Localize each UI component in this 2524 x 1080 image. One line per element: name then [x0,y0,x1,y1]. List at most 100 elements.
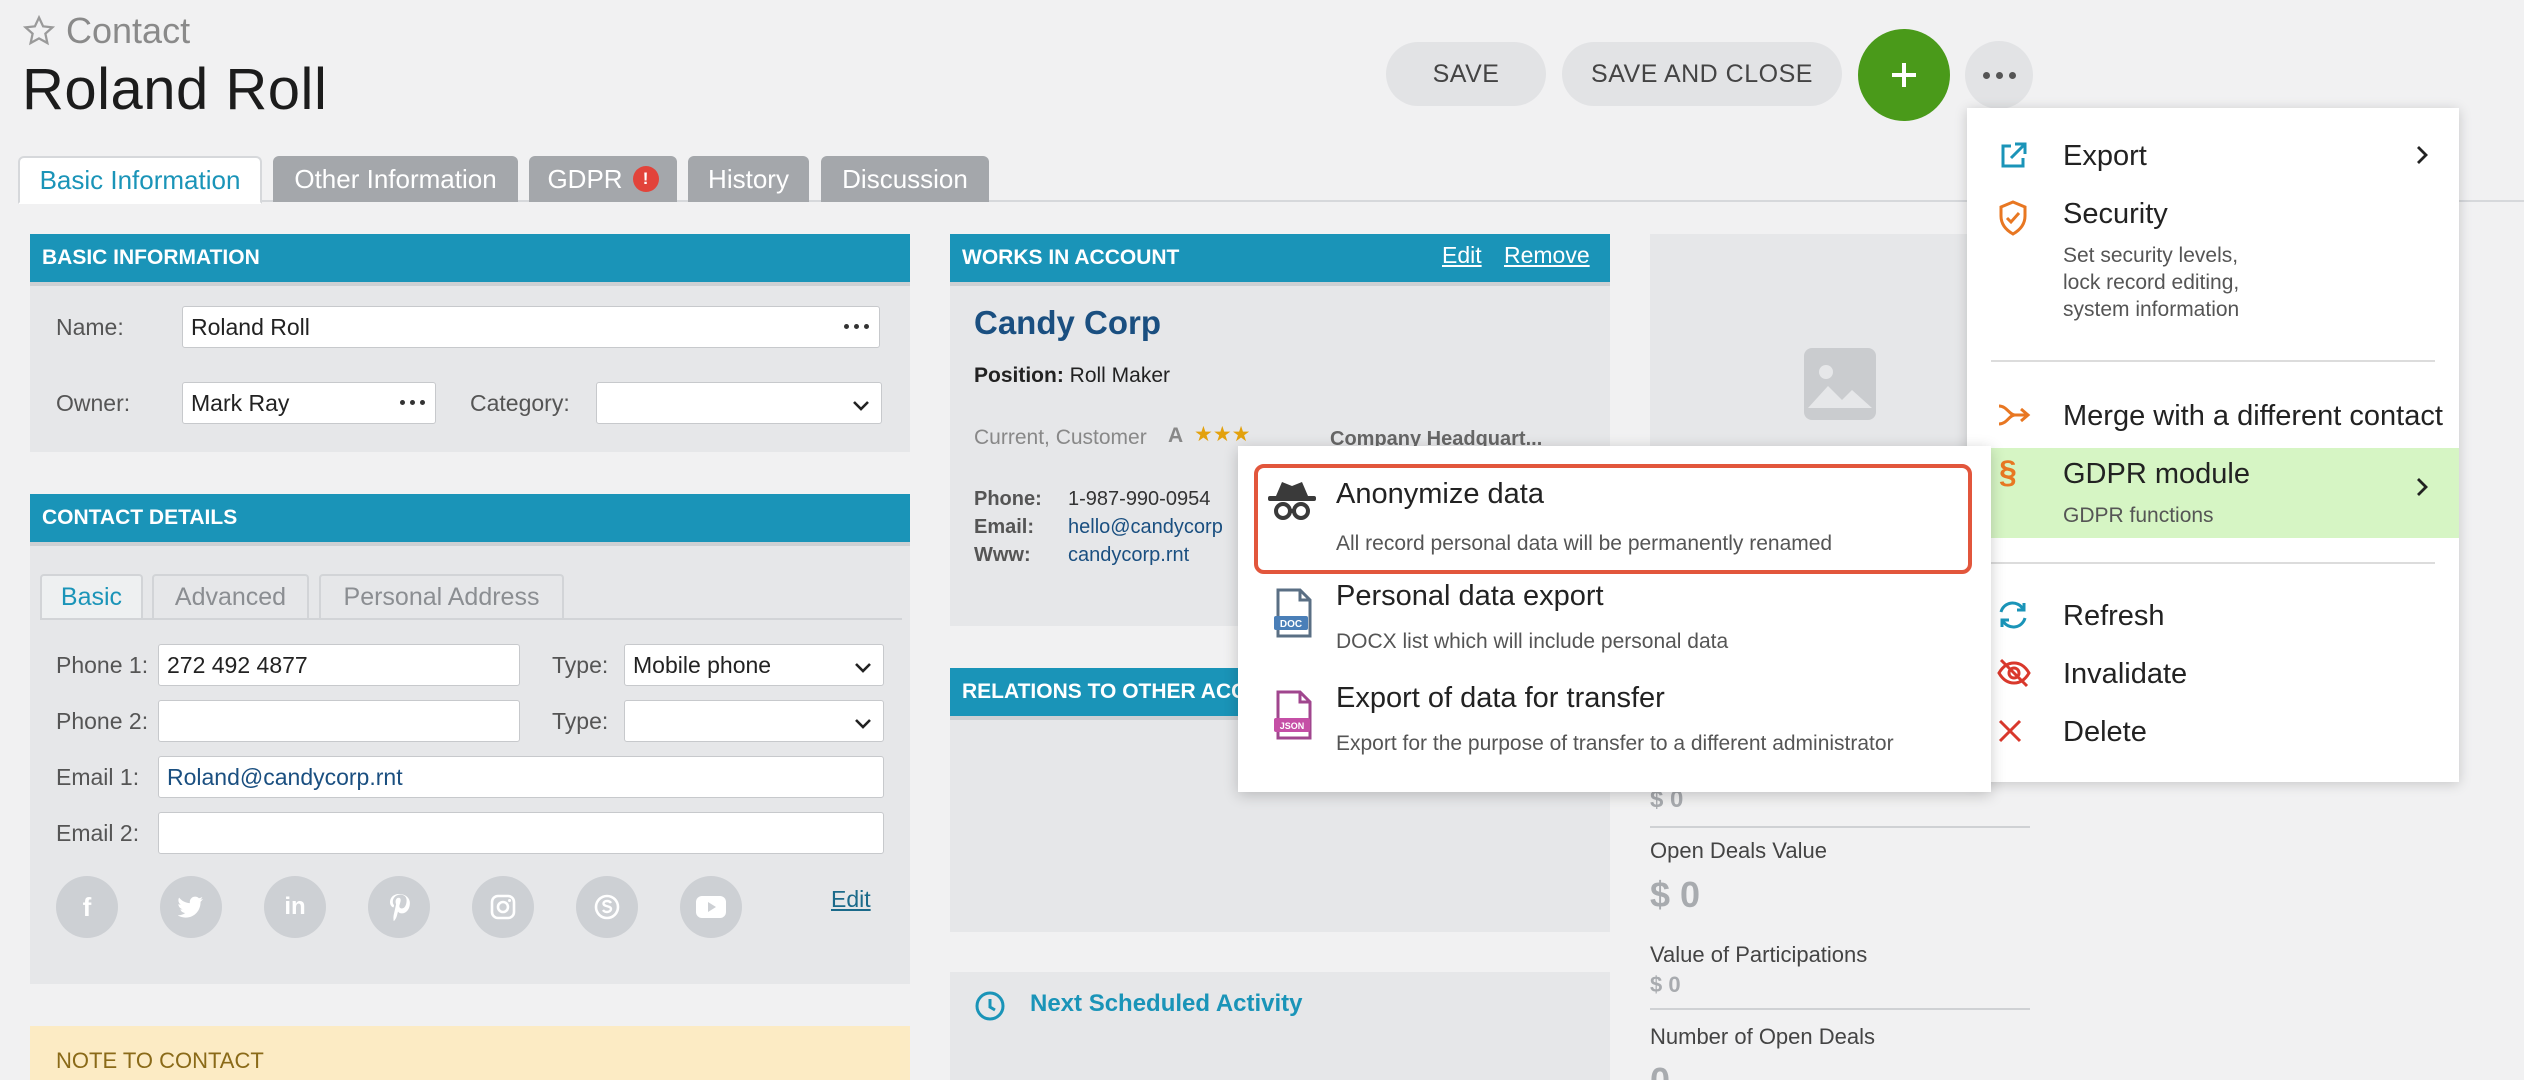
tab-gdpr[interactable]: GDPR! [529,156,677,202]
phone2-field[interactable] [158,700,520,742]
note-panel: NOTE TO CONTACT [30,1026,910,1080]
menu-item-delete[interactable]: Delete [1967,706,2459,756]
name-lookup-icon[interactable] [844,324,869,329]
subtab-basic[interactable]: Basic [40,574,143,618]
section-sign-icon: § [1999,454,2017,490]
skype-icon[interactable] [576,876,638,938]
stat-divider [1650,1008,2030,1010]
type2-label: Type: [552,708,609,734]
subtab-advanced[interactable]: Advanced [152,574,309,618]
contact-details-heading: CONTACT DETAILS [30,494,910,546]
chevron-down-icon [855,719,871,729]
owner-lookup-icon[interactable] [400,400,425,405]
clock-icon [975,991,1005,1021]
instagram-icon[interactable] [472,876,534,938]
more-icon [1982,71,1990,79]
type1-label: Type: [552,652,609,678]
anonymize-desc: All record personal data will be permane… [1336,532,1833,555]
menu-item-merge[interactable]: Merge with a different contact [1967,390,2459,440]
tab-history[interactable]: History [688,156,809,202]
save-button[interactable]: SAVE [1386,42,1546,106]
gdpr-submenu: Anonymize data All record personal data … [1238,446,1991,792]
doc-file-icon: DOC [1274,588,1312,638]
email2-field[interactable] [158,812,884,854]
shield-icon [1999,200,2027,236]
rating-stars-icon: ★★★ [1194,423,1251,446]
chevron-down-icon [855,663,871,673]
save-and-close-button[interactable]: SAVE AND CLOSE [1562,42,1842,106]
open-deals-label: Open Deals Value [1650,838,1827,863]
account-edit-link[interactable]: Edit [1442,242,1482,269]
social-edit-link[interactable]: Edit [831,886,871,913]
record-kind: Contact [22,10,190,52]
record-kind-label: Contact [66,10,191,51]
basic-information-panel: BASIC INFORMATION Name: Roland Roll Owne… [30,234,910,452]
actions-menu: Export Security Set security levels, loc… [1967,108,2459,782]
menu-divider [1991,562,2435,564]
star-icon[interactable] [22,14,56,48]
account-phone[interactable]: 1-987-990-0954 [1068,488,1210,511]
security-desc-3: system information [2063,298,2240,321]
menu-item-invalidate[interactable]: Invalidate [1967,648,2459,698]
name-field[interactable]: Roland Roll [182,306,880,348]
subtabs-divider [40,618,902,620]
linkedin-icon[interactable]: in [264,876,326,938]
page-title: Roland Roll [22,57,328,122]
tab-other-information[interactable]: Other Information [273,156,518,202]
facebook-icon[interactable]: f [56,876,118,938]
phone1-field[interactable]: 272 492 4877 [158,644,520,686]
tab-discussion[interactable]: Discussion [821,156,989,202]
email1-field[interactable]: Roland@candycorp.rnt [158,756,884,798]
account-phone-label: Phone: [974,488,1042,510]
twitter-icon[interactable] [160,876,222,938]
owner-label: Owner: [56,390,131,416]
stat-divider [1650,826,2030,828]
activity-panel: Next Scheduled Activity [950,972,1610,1080]
security-desc-2: lock record editing, [2063,271,2240,294]
add-button[interactable] [1858,29,1950,121]
category-select[interactable] [596,382,882,424]
category-label: Category: [470,390,570,416]
participations-value: $ 0 [1650,972,1681,997]
email2-label: Email 2: [56,820,140,846]
tab-basic-information[interactable]: Basic Information [18,156,262,204]
menu-item-refresh[interactable]: Refresh [1967,590,2459,640]
submenu-item-personal-export[interactable]: DOC Personal data export DOCX list which… [1258,580,1972,672]
owner-field[interactable]: Mark Ray [182,382,436,424]
subtab-personal-address[interactable]: Personal Address [319,574,564,618]
num-open-deals-value: 0 [1650,1060,1670,1080]
email1-label: Email 1: [56,764,140,790]
svg-text:DOC: DOC [1280,619,1302,630]
chevron-down-icon [853,401,869,411]
spy-icon [1268,482,1316,520]
submenu-item-anonymize[interactable]: Anonymize data All record personal data … [1254,464,1972,574]
account-email[interactable]: hello@candycorp [1068,516,1223,539]
gdpr-desc: GDPR functions [2063,504,2214,527]
image-icon [1804,348,1876,420]
more-actions-button[interactable] [1965,41,2033,109]
phone2-type-select[interactable] [624,700,884,742]
chevron-right-icon [2417,146,2428,164]
merge-icon [1998,404,2031,426]
menu-item-export[interactable]: Export [1967,130,2459,180]
eye-slash-icon [1997,658,2031,688]
company-name[interactable]: Candy Corp [974,304,1161,342]
youtube-icon[interactable] [680,876,742,938]
phone1-type-select[interactable]: Mobile phone [624,644,884,686]
pinterest-icon[interactable] [368,876,430,938]
account-status: Current, Customer [974,426,1147,449]
account-rating-letter: A [1168,424,1184,447]
plus-icon [1892,63,1916,87]
menu-item-security[interactable]: Security Set security levels, lock recor… [1967,192,2459,321]
account-remove-link[interactable]: Remove [1504,242,1590,269]
submenu-item-transfer-export[interactable]: JSON Export of data for transfer Export … [1258,682,1972,778]
account-www[interactable]: candycorp.rnt [1068,544,1189,567]
num-open-deals-label: Number of Open Deals [1650,1024,1875,1049]
external-link-icon [2001,142,2027,168]
menu-item-gdpr[interactable]: § GDPR module GDPR functions [1967,448,2459,538]
open-deals-value: $ 0 [1650,874,1701,915]
account-email-label: Email: [974,516,1035,538]
personal-export-desc: DOCX list which will include personal da… [1336,630,1729,653]
phone2-label: Phone 2: [56,708,149,734]
next-activity-label[interactable]: Next Scheduled Activity [1030,990,1303,1018]
